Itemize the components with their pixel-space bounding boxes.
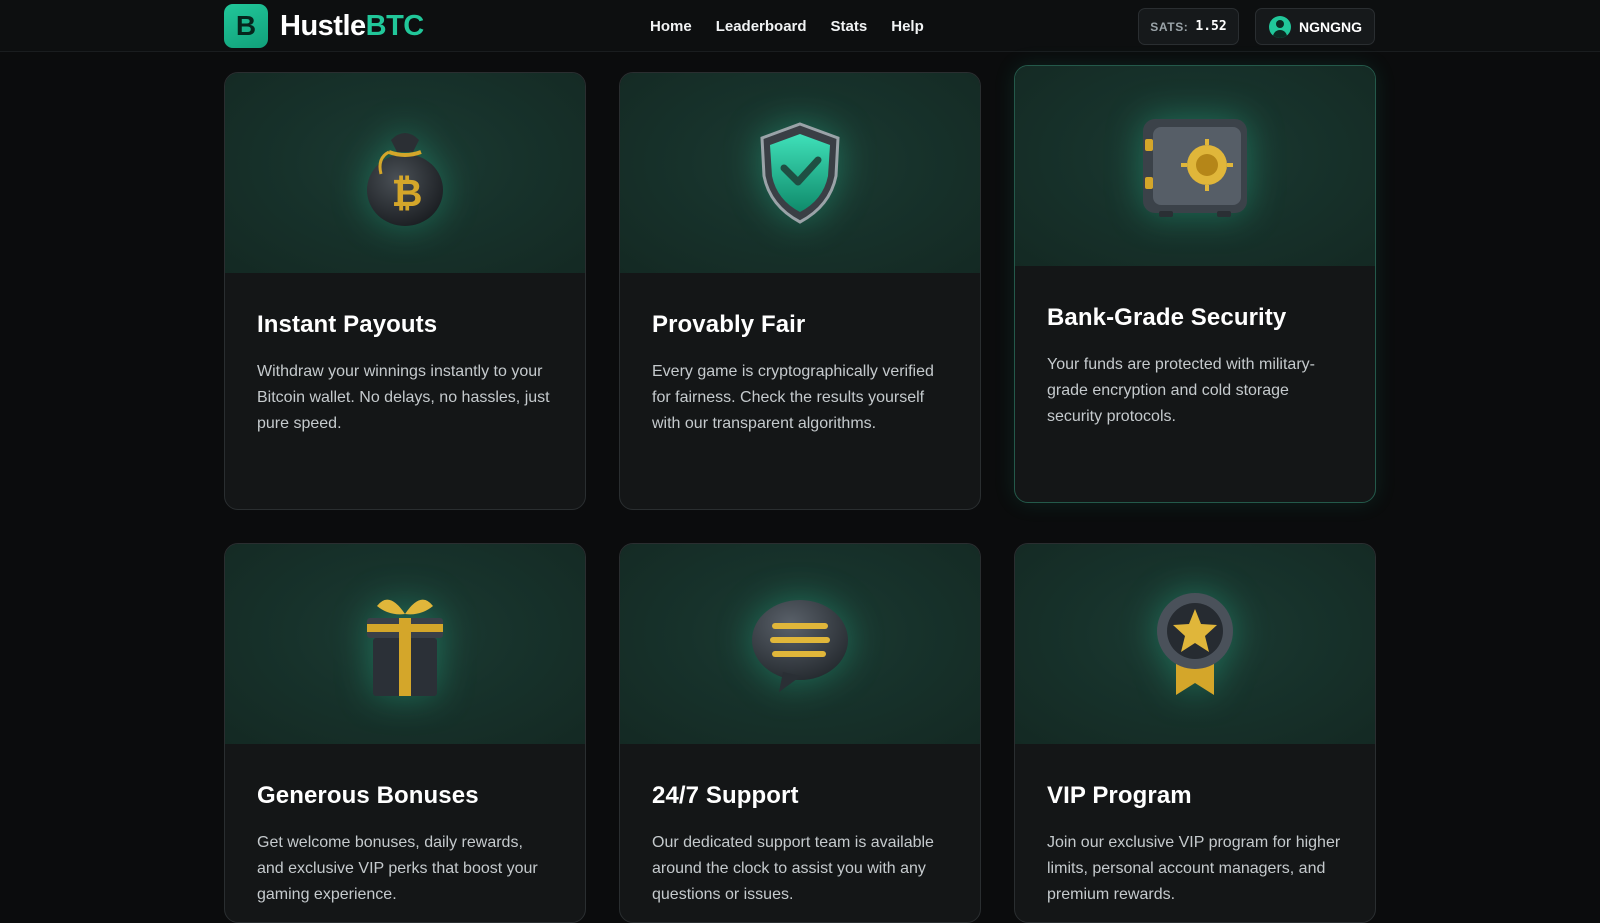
nav-leaderboard-link[interactable]: Leaderboard <box>716 18 807 35</box>
card-description: Get welcome bonuses, daily rewards, and … <box>257 834 538 903</box>
card-title: Generous Bonuses <box>257 782 479 809</box>
card-hero <box>1015 66 1375 266</box>
shield-check-icon <box>750 118 850 228</box>
card-title: Bank-Grade Security <box>1047 304 1287 331</box>
card-hero <box>1015 544 1375 744</box>
svg-text:₿: ₿ <box>392 171 423 215</box>
username: NGNGNG <box>1299 18 1362 35</box>
nav-home-link[interactable]: Home <box>650 18 692 35</box>
gift-icon <box>355 586 455 702</box>
feature-card-generous-bonuses[interactable]: Generous Bonuses Get welcome bonuses, da… <box>224 543 586 923</box>
card-title: Instant Payouts <box>257 311 438 338</box>
card-hero: ₿ <box>225 73 585 273</box>
user-avatar-icon <box>1269 15 1291 38</box>
card-description: Every game is cryptographically verified… <box>652 363 934 432</box>
feature-card-vip-program[interactable]: VIP Program Join our exclusive VIP progr… <box>1014 543 1376 923</box>
nav-stats-link[interactable]: Stats <box>831 18 868 35</box>
chat-bubble-icon <box>745 592 855 696</box>
card-description: Join our exclusive VIP program for highe… <box>1047 834 1341 903</box>
card-hero <box>225 544 585 744</box>
sats-balance[interactable]: SATS: 1.52 <box>1138 8 1239 45</box>
main-nav: Home Leaderboard Stats Help <box>650 0 924 52</box>
feature-card-instant-payouts[interactable]: ₿ Instant Payouts Withdraw your winnings… <box>224 72 586 510</box>
brand-logo[interactable]: B HustleBTC <box>224 4 424 48</box>
star-medal-icon <box>1150 585 1240 703</box>
feature-card-bank-grade-security[interactable]: Bank-Grade Security Your funds are prote… <box>1014 65 1376 503</box>
feature-card-provably-fair[interactable]: Provably Fair Every game is cryptographi… <box>619 72 981 510</box>
sats-label: SATS: <box>1150 19 1189 34</box>
logo-mark-icon: B <box>224 4 268 48</box>
user-menu-button[interactable]: NGNGNG <box>1255 8 1375 45</box>
sats-value: 1.52 <box>1195 19 1227 34</box>
card-description: Your funds are protected with military-g… <box>1047 356 1315 425</box>
card-title: 24/7 Support <box>652 782 799 809</box>
card-description: Withdraw your winnings instantly to your… <box>257 363 550 432</box>
top-navbar: B HustleBTC Home Leaderboard Stats Help … <box>0 0 1600 52</box>
vault-icon <box>1135 111 1255 221</box>
card-hero <box>620 544 980 744</box>
card-hero <box>620 73 980 273</box>
card-description: Our dedicated support team is available … <box>652 834 934 903</box>
nav-help-link[interactable]: Help <box>891 18 924 35</box>
card-title: VIP Program <box>1047 782 1192 809</box>
brand-name: HustleBTC <box>280 9 424 42</box>
bitcoin-bag-icon: ₿ <box>355 118 455 228</box>
feature-card-support[interactable]: 24/7 Support Our dedicated support team … <box>619 543 981 923</box>
card-title: Provably Fair <box>652 311 806 338</box>
